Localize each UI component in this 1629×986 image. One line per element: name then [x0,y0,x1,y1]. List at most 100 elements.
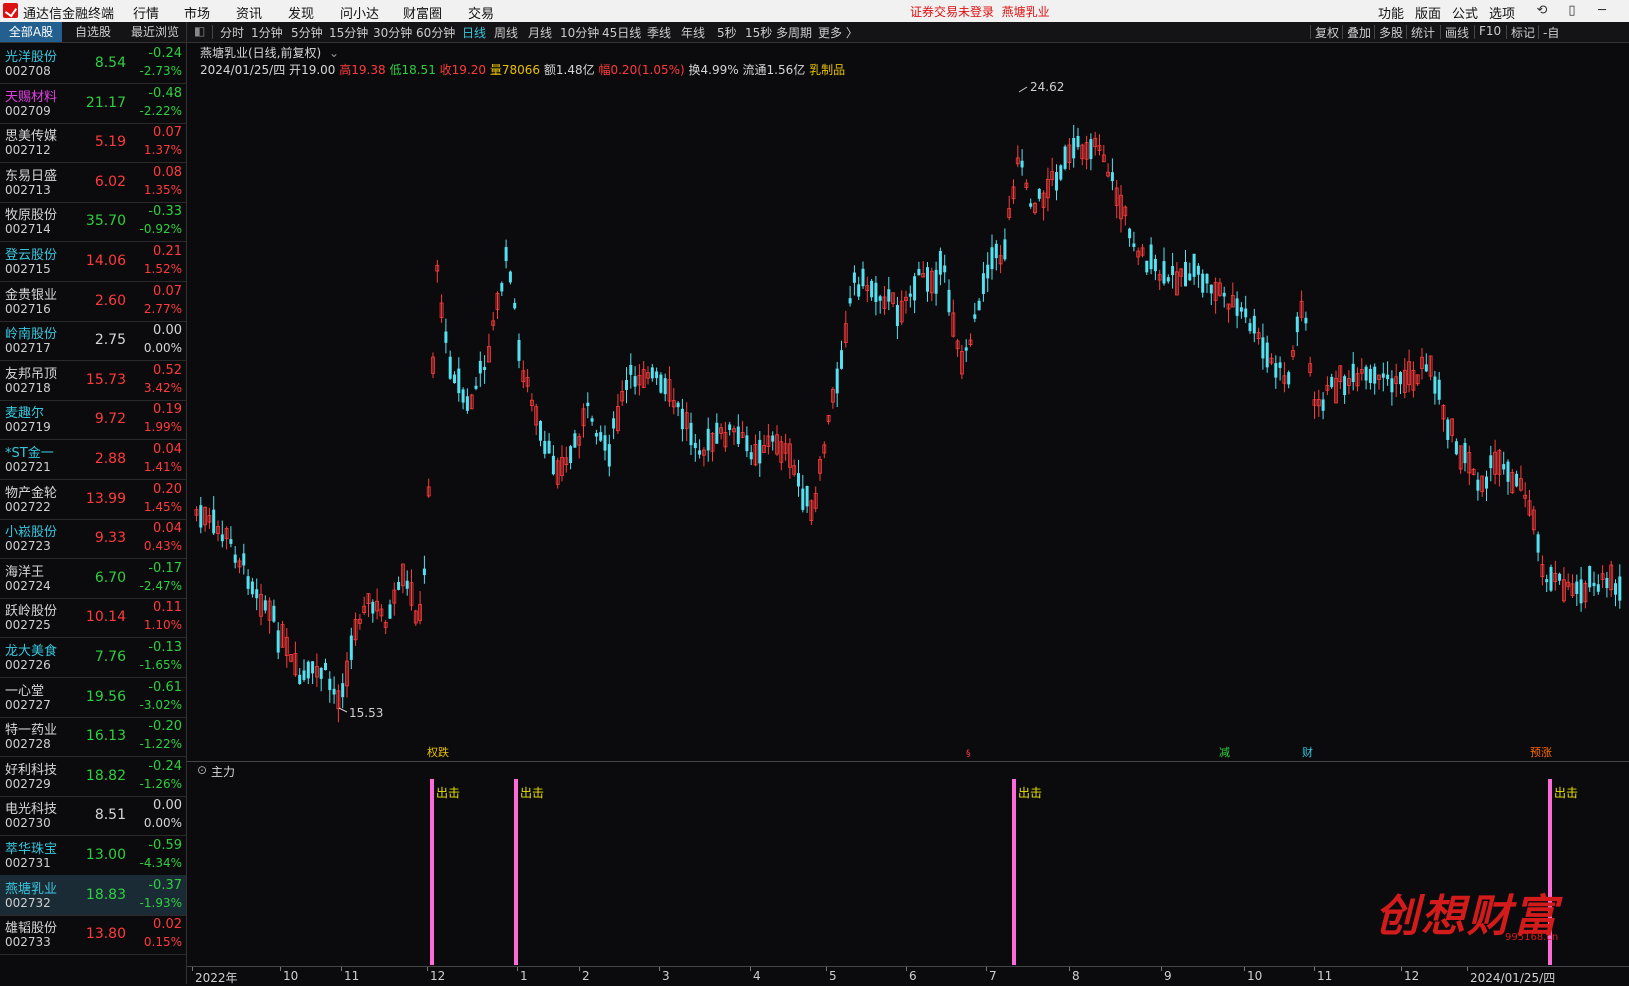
period-button[interactable]: 周线 [494,24,518,41]
period-button[interactable]: 5分钟 [291,24,323,41]
period-button[interactable]: 季线 [647,24,671,41]
candle [508,270,512,285]
stock-row[interactable]: 跃岭股份 002725 10.14 0.11 1.10% [0,597,186,639]
stock-row[interactable]: 龙大美食 002726 7.76 -0.13 -1.65% [0,637,186,678]
stock-row[interactable]: 麦趣尔 002719 9.72 0.19 1.99% [0,399,186,441]
chart-tool-button[interactable]: 统计 [1411,24,1435,41]
stock-row[interactable]: 东易日盛 002713 6.02 0.08 1.35% [0,162,186,203]
chart-tool-button[interactable]: 叠加 [1347,24,1371,41]
login-notice[interactable]: 证券交易未登录 燕塘乳业 [910,3,1050,20]
stock-row[interactable]: 海洋王 002724 6.70 -0.17 -2.47% [0,558,186,599]
candle [491,312,496,331]
stock-row[interactable]: 小崧股份 002723 9.33 0.04 0.43% [0,518,186,560]
candle [715,413,719,444]
stock-row[interactable]: 友邦吊顶 002718 15.73 0.52 3.42% [0,360,186,401]
candle [1213,277,1218,314]
chart-tool-button[interactable]: 多股 [1379,24,1403,41]
period-button[interactable]: 10分钟 [560,24,599,41]
period-button[interactable]: 30分钟 [373,24,412,41]
candle [1330,373,1334,389]
candle [1287,370,1291,389]
stock-row[interactable]: 天赐材料 002709 21.17 -0.48 -2.22% [0,83,186,124]
candle [865,276,870,303]
menu-layout[interactable]: 版面 [1415,3,1441,22]
period-button[interactable]: 45日线 [602,24,641,41]
stock-row[interactable]: 物产金轮 002722 13.99 0.20 1.45% [0,479,186,520]
candlestick-chart[interactable]: 24.62 15.53 权跌 减 财 预涨 § [187,80,1629,760]
stock-row[interactable]: 金贵银业 002716 2.60 0.07 2.77% [0,281,186,322]
period-button[interactable]: 60分钟 [416,24,455,41]
candle [345,652,349,698]
candle [263,595,267,614]
stock-row[interactable]: 电光科技 002730 8.51 0.00 0.00% [0,795,186,837]
stock-row[interactable]: 萃华珠宝 002731 13.00 -0.59 -4.34% [0,835,186,876]
chart-tool-button[interactable]: 复权 [1315,24,1339,41]
candle [663,373,667,402]
chart-tool-button[interactable]: 标记 [1511,24,1535,41]
stock-row[interactable]: 一心堂 002727 19.56 -0.61 -3.02% [0,677,186,718]
tab-all-a-shares[interactable]: 全部A股 [0,22,62,42]
chart-tool-button[interactable]: F10 [1479,24,1501,38]
chart-tool-button[interactable]: 画线 [1445,24,1469,41]
menu-trade[interactable]: 交易 [468,3,494,22]
date-tick-mark [427,967,428,971]
menu-news[interactable]: 资讯 [236,3,262,22]
phone-icon[interactable]: ▯ [1565,4,1579,18]
candle [1140,244,1145,258]
menu-quotes[interactable]: 行情 [133,3,159,22]
stock-name: 东易日盛 [5,168,58,184]
refresh-icon[interactable]: ⟲ [1535,4,1549,18]
event-marker[interactable]: 减 [1219,746,1230,759]
menu-discover[interactable]: 发现 [288,3,314,22]
menu-market[interactable]: 市场 [184,3,210,22]
period-button[interactable]: 月线 [528,24,552,41]
menu-formula[interactable]: 公式 [1452,3,1478,22]
menu-wealth-circle[interactable]: 财富圈 [403,3,442,22]
event-marker[interactable]: 权跌 [427,745,449,759]
period-button[interactable]: 15秒 [745,24,772,41]
candle [603,425,607,461]
tab-watchlist[interactable]: 自选股 [62,22,124,42]
minimize-icon[interactable]: ─ [1595,4,1609,18]
period-button[interactable]: 更多 〉 [818,24,858,41]
stock-row[interactable]: 牧原股份 002714 35.70 -0.33 -0.92% [0,201,186,243]
stock-pct: 1.52% [143,262,182,276]
chevron-down-icon[interactable]: ⌄ [329,46,339,60]
candle [289,653,293,663]
candle [1497,448,1502,487]
period-button[interactable]: 日线 [462,24,486,41]
period-button[interactable]: 年线 [681,24,705,41]
menu-assistant[interactable]: 问小达 [340,3,379,22]
event-marker[interactable]: 预涨 [1530,746,1552,759]
period-button[interactable]: 分时 [220,24,244,41]
divider [1374,25,1375,39]
stock-row[interactable]: *ST金一 002721 2.88 0.04 1.41% [0,439,186,480]
stock-price: 6.02 [94,173,126,190]
candle [788,438,792,479]
stock-row[interactable]: 燕塘乳业 002732 18.83 -0.37 -1.93% [0,874,186,916]
date-tick-mark [750,967,751,971]
period-button[interactable]: 15分钟 [329,24,368,41]
stock-row[interactable]: 雄韬股份 002733 13.80 0.02 0.15% [0,914,186,956]
candle [1308,356,1313,377]
menu-options[interactable]: 选项 [1489,3,1515,22]
tab-recent[interactable]: 最近浏览 [124,22,186,42]
high-price-label: 24.62 [1030,80,1064,94]
event-marker[interactable]: 财 [1302,745,1313,759]
chart-tool-button[interactable]: -自 [1543,24,1559,41]
stock-row[interactable]: 特一药业 002728 16.13 -0.20 -1.22% [0,716,186,758]
stock-row[interactable]: 思美传媒 002712 5.19 0.07 1.37% [0,122,186,164]
stock-row[interactable]: 登云股份 002715 14.06 0.21 1.52% [0,241,186,282]
stock-change: 0.04 [153,521,182,537]
stock-row[interactable]: 岭南股份 002717 2.75 0.00 0.00% [0,320,186,362]
collapse-icon[interactable]: ⊙ [197,763,207,777]
candle [1596,574,1600,595]
period-button[interactable]: 多周期 [776,24,812,41]
stock-row[interactable]: 光洋股份 002708 8.54 -0.24 -2.73% [0,43,186,84]
stock-row[interactable]: 好利科技 002729 18.82 -0.24 -1.26% [0,756,186,797]
menu-function[interactable]: 功能 [1378,3,1404,22]
period-button[interactable]: 5秒 [717,24,737,41]
panel-toggle-icon[interactable]: ◧ [194,24,205,38]
event-marker-icon[interactable]: § [966,749,971,759]
period-button[interactable]: 1分钟 [251,24,283,41]
